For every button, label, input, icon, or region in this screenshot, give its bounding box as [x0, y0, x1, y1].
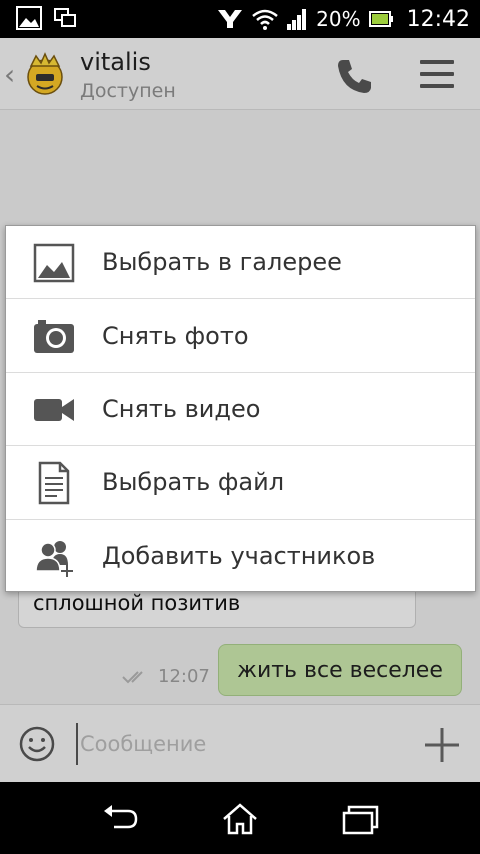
- add-participants-icon: [35, 540, 73, 577]
- menu-item-gallery[interactable]: Выбрать в галерее: [6, 226, 475, 300]
- menu-item-label: Снять фото: [102, 321, 249, 350]
- system-icons: 20% 12:42: [216, 0, 470, 38]
- menu-item-file[interactable]: Выбрать файл: [6, 446, 475, 520]
- file-icon: [38, 461, 70, 505]
- status-bar: 20% 12:42: [0, 0, 480, 38]
- app-notification-icon: [218, 10, 243, 28]
- recent-apps-icon[interactable]: [340, 802, 380, 836]
- video-camera-icon: [34, 398, 74, 421]
- menu-item-add-participants[interactable]: Добавить участников: [6, 520, 475, 593]
- gallery-notification-icon: [16, 6, 42, 30]
- clock: 12:42: [406, 6, 470, 32]
- navigation-bar: [0, 782, 480, 854]
- attach-menu: Выбрать в галерее Снять фото Снять видео…: [5, 225, 476, 592]
- menu-item-photo[interactable]: Снять фото: [6, 299, 475, 373]
- signal-icon: [287, 9, 307, 30]
- menu-item-video[interactable]: Снять видео: [6, 373, 475, 447]
- screen-mirror-icon: [54, 8, 76, 27]
- wifi-icon: [252, 9, 278, 30]
- menu-item-label: Добавить участников: [102, 542, 376, 571]
- battery-percent: 20%: [316, 7, 361, 31]
- menu-item-label: Снять видео: [102, 394, 261, 423]
- menu-item-label: Выбрать в галерее: [102, 248, 342, 277]
- menu-item-label: Выбрать файл: [102, 468, 285, 497]
- home-icon[interactable]: [220, 802, 260, 836]
- camera-icon: [34, 320, 74, 354]
- battery-icon: [368, 11, 393, 27]
- back-icon[interactable]: [100, 802, 140, 836]
- gallery-icon: [33, 243, 75, 283]
- notification-icons: [16, 6, 76, 30]
